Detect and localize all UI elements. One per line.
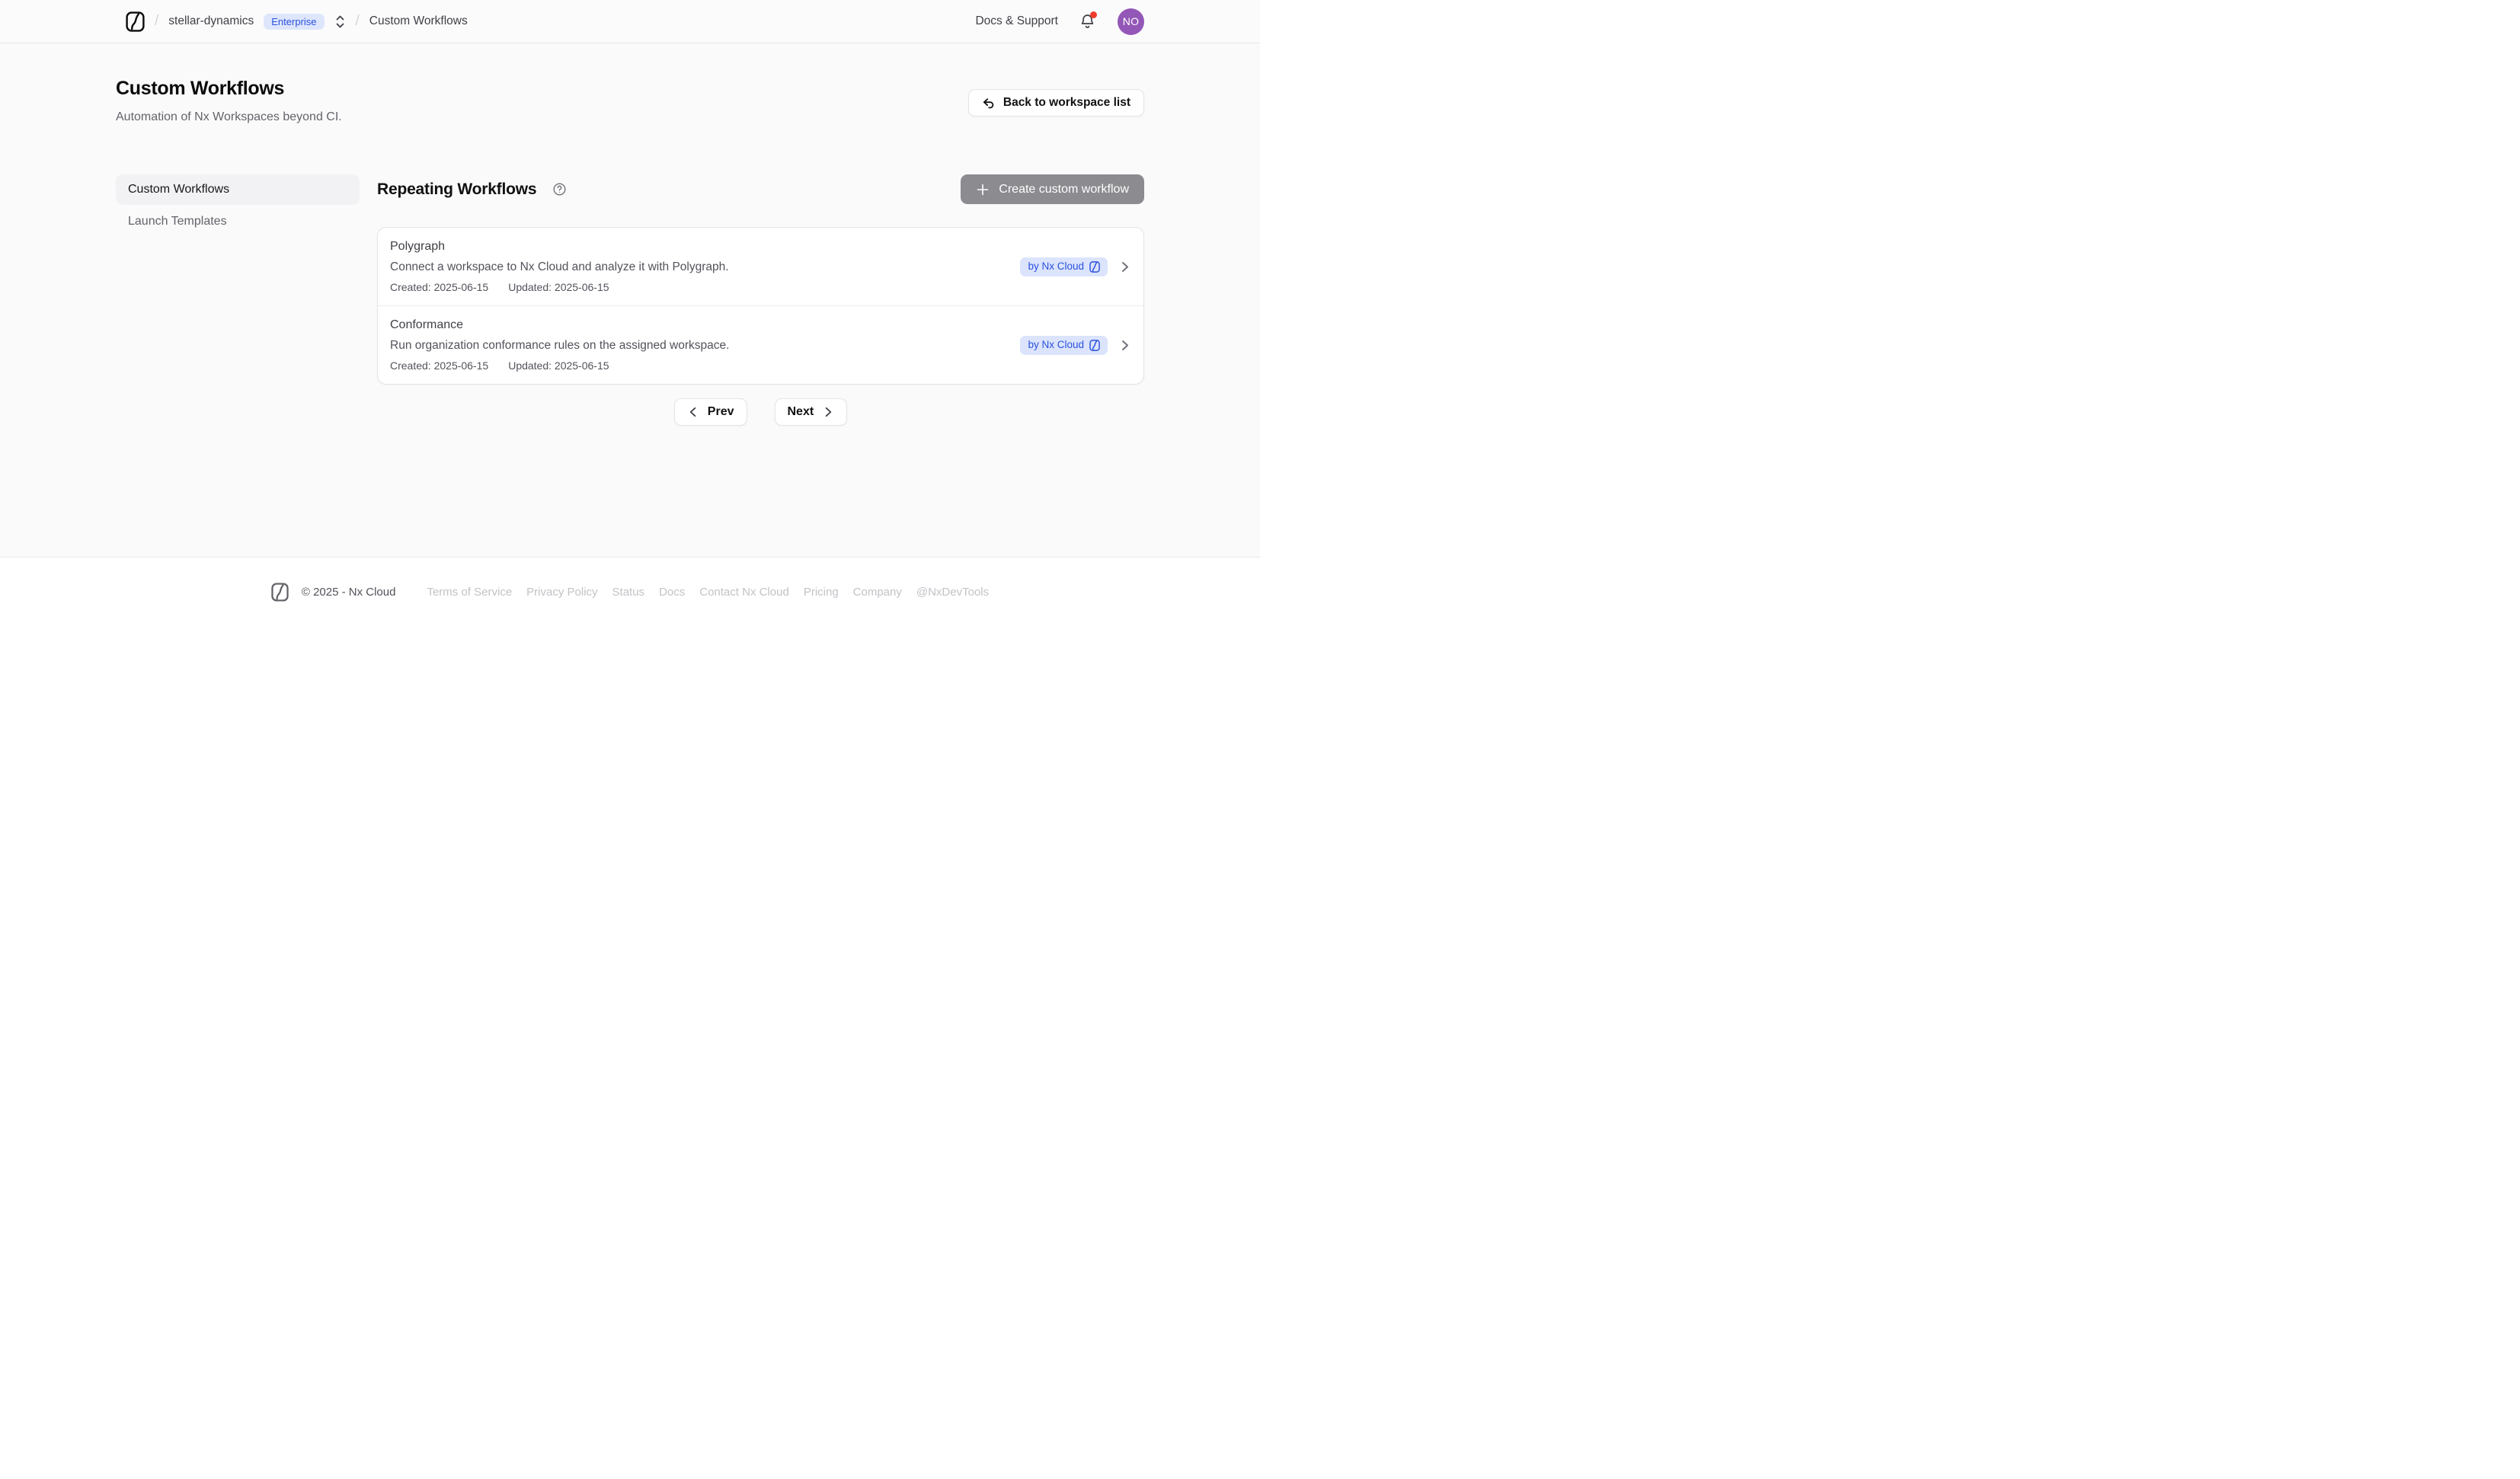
workflow-updated: Updated: 2025-06-15 (508, 281, 609, 293)
prev-label: Prev (708, 405, 734, 419)
notification-dot (1090, 11, 1097, 18)
breadcrumb-separator: / (155, 13, 158, 30)
sidebar-item-custom-workflows[interactable]: Custom Workflows (116, 174, 360, 205)
sidebar-item-label: Launch Templates (128, 215, 227, 228)
workspace-name[interactable]: stellar-dynamics (168, 14, 254, 28)
breadcrumb: / stellar-dynamics Enterprise / Custom W… (116, 11, 468, 32)
badge-label: by Nx Cloud (1028, 261, 1084, 272)
sidebar-item-label: Custom Workflows (128, 183, 229, 196)
workflow-created: Created: 2025-06-15 (390, 281, 488, 293)
prev-page-button[interactable]: Prev (674, 398, 747, 426)
plan-badge: Enterprise (264, 14, 324, 30)
nx-logo-icon (1089, 340, 1100, 351)
workflow-row-conformance[interactable]: Conformance Run organization conformance… (378, 305, 1143, 384)
sidebar: Custom Workflows Launch Templates (116, 174, 360, 426)
back-button-label: Back to workspace list (1003, 96, 1130, 110)
chevron-right-icon (822, 406, 834, 418)
chevron-right-icon (1118, 260, 1131, 273)
footer-link-company[interactable]: Company (853, 586, 902, 599)
breadcrumb-current-page: Custom Workflows (369, 14, 468, 28)
workflow-title: Polygraph (390, 240, 1008, 254)
docs-support-link[interactable]: Docs & Support (975, 14, 1058, 28)
back-to-workspace-list-button[interactable]: Back to workspace list (968, 89, 1144, 117)
footer-link-pricing[interactable]: Pricing (804, 586, 839, 599)
workspace-switcher[interactable] (334, 14, 346, 29)
by-nx-cloud-badge[interactable]: by Nx Cloud (1020, 336, 1108, 355)
footer-link-nxdevtools[interactable]: @NxDevTools (916, 586, 989, 599)
chevron-left-icon (687, 406, 699, 418)
app-background: Custom Workflows Automation of Nx Worksp… (0, 43, 1260, 557)
breadcrumb-separator: / (356, 13, 360, 30)
help-icon[interactable] (553, 183, 566, 196)
workflow-description: Connect a workspace to Nx Cloud and anal… (390, 260, 1008, 274)
create-button-label: Create custom workflow (999, 183, 1129, 196)
footer-link-status[interactable]: Status (612, 586, 645, 599)
by-nx-cloud-badge[interactable]: by Nx Cloud (1020, 257, 1108, 276)
page-header: Custom Workflows Automation of Nx Worksp… (116, 43, 1144, 124)
footer-link-terms[interactable]: Terms of Service (427, 586, 512, 599)
plus-icon (976, 183, 990, 196)
footer-links: Terms of Service Privacy Policy Status D… (427, 586, 989, 599)
footer: © 2025 - Nx Cloud Terms of Service Priva… (0, 557, 1260, 740)
user-avatar[interactable]: NO (1118, 8, 1144, 35)
next-label: Next (788, 405, 814, 419)
main-panel: Repeating Workflows Create custom workf (377, 174, 1144, 426)
chevron-up-down-icon (334, 14, 346, 29)
nx-logo-icon[interactable] (126, 11, 145, 32)
footer-link-privacy[interactable]: Privacy Policy (526, 586, 597, 599)
sidebar-item-launch-templates[interactable]: Launch Templates (116, 206, 360, 237)
nx-logo-icon (271, 583, 289, 602)
workflow-description: Run organization conformance rules on th… (390, 339, 1008, 353)
workflow-row-polygraph[interactable]: Polygraph Connect a workspace to Nx Clou… (378, 228, 1143, 305)
pagination: Prev Next (377, 398, 1144, 426)
workflow-title: Conformance (390, 318, 1008, 332)
badge-label: by Nx Cloud (1028, 340, 1084, 350)
copyright-text: © 2025 - Nx Cloud (302, 586, 396, 599)
workflow-updated: Updated: 2025-06-15 (508, 359, 609, 372)
footer-link-contact[interactable]: Contact Nx Cloud (699, 586, 789, 599)
chevron-right-icon (1118, 339, 1131, 352)
return-arrow-icon (982, 97, 995, 110)
notifications-button[interactable] (1079, 13, 1096, 30)
section-heading: Repeating Workflows (377, 180, 536, 199)
create-custom-workflow-button[interactable]: Create custom workflow (961, 174, 1144, 204)
nx-logo-icon (1089, 261, 1100, 273)
footer-link-docs[interactable]: Docs (659, 586, 685, 599)
workflow-created: Created: 2025-06-15 (390, 359, 488, 372)
next-page-button[interactable]: Next (775, 398, 848, 426)
top-navbar: / stellar-dynamics Enterprise / Custom W… (0, 0, 1260, 43)
workflow-list: Polygraph Connect a workspace to Nx Clou… (377, 227, 1144, 385)
